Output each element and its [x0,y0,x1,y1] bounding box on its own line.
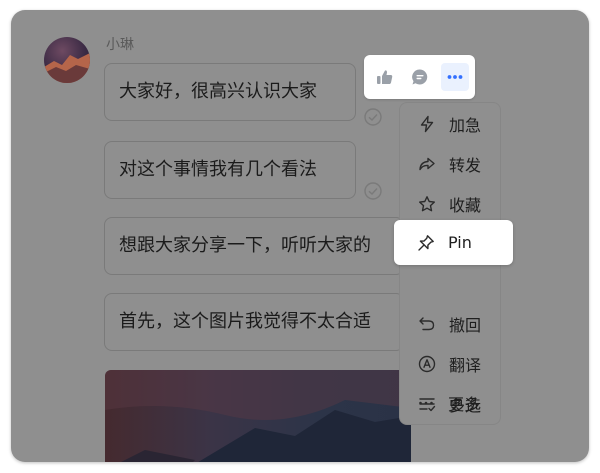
menu-item-label: 收藏 [449,196,482,215]
menu-item-forward[interactable]: 转发 [400,144,500,184]
menu-item-urgent[interactable]: 加急 [400,104,500,144]
message-bubble[interactable]: 首先，这个图片我觉得不太合适 [104,293,404,351]
menu-item-label: 加急 [449,116,482,135]
image-message[interactable] [105,370,411,462]
more-dots-icon [447,75,463,79]
read-check-icon [364,182,382,200]
menu-item-recall[interactable]: 撤回 [400,304,500,344]
message-bubble[interactable]: 想跟大家分享一下，听听大家的 [104,217,404,275]
message-bubble[interactable]: 大家好，很高兴认识大家 [104,63,356,121]
reaction-toolbar [364,55,475,99]
menu-item-label: 撤回 [449,316,482,335]
menu-item-favorite[interactable]: 收藏 [400,184,500,224]
chat-window: 小琳 大家好，很高兴认识大家 对这个事情我有几个看法 想跟大家分享一下，听听大家… [11,10,589,462]
avatar[interactable] [44,37,90,83]
menu-item-translate[interactable]: 翻译 [400,344,500,384]
message-bubble[interactable]: 对这个事情我有几个看法 [104,141,356,199]
pin-icon [416,233,436,253]
menu-item-label: Pin [448,233,472,252]
read-check-icon [364,108,382,126]
undo-icon [417,314,437,334]
like-button[interactable] [371,63,399,91]
menu-item-pin[interactable]: Pin [394,220,513,265]
reply-button[interactable] [406,63,434,91]
lightning-icon [417,114,437,134]
sender-name: 小琳 [106,37,134,53]
thumbs-up-icon [377,70,393,84]
more-actions-button[interactable] [441,63,469,91]
forward-icon [417,154,437,174]
menu-item-label: 翻译 [449,356,482,375]
menu-item-more[interactable]: 更多 [399,383,501,423]
star-icon [417,194,437,214]
menu-item-label: 更多 [448,395,481,414]
translate-icon [417,354,437,374]
ellipsis-icon [416,393,436,413]
reply-bubble-icon [412,69,428,85]
menu-item-label: 转发 [449,156,482,175]
